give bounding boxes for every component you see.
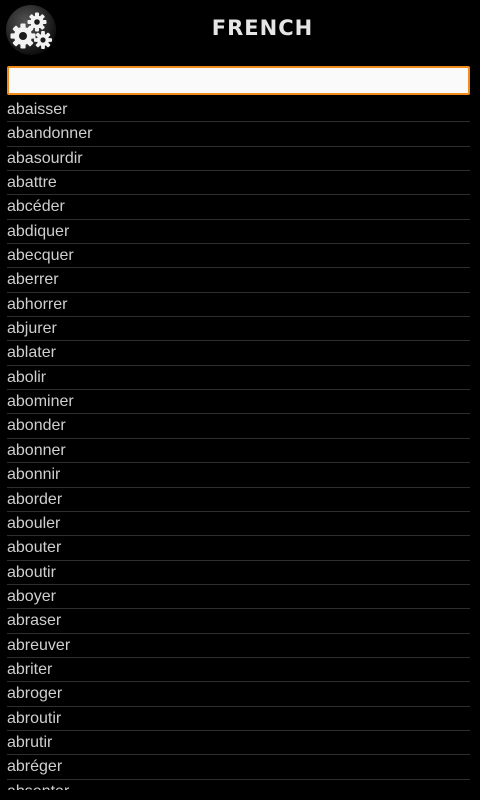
word-list-item[interactable]: abaisser (7, 98, 470, 123)
word-list-item[interactable]: abecquer (7, 244, 470, 269)
word-list-item[interactable]: aborder (7, 488, 470, 512)
word-list-item[interactable]: abréger (7, 755, 470, 780)
word-list-item[interactable]: abonder (7, 414, 470, 439)
word-list-item[interactable]: abominer (7, 390, 470, 415)
word-list-item[interactable]: abouter (7, 536, 470, 561)
word-list-item[interactable]: aboutir (7, 561, 470, 585)
word-list-item[interactable]: abrutir (7, 731, 470, 756)
word-list-item[interactable]: aberrer (7, 268, 470, 293)
word-list-item[interactable]: abroutir (7, 707, 470, 731)
word-list-item[interactable]: abouler (7, 512, 470, 537)
app-header: FRENCH (0, 0, 480, 60)
word-list-item[interactable]: aboyer (7, 585, 470, 610)
word-list-item[interactable]: abdiquer (7, 220, 470, 245)
word-list-item[interactable]: abandonner (7, 122, 470, 147)
word-list-item[interactable]: abcéder (7, 195, 470, 220)
word-list-item[interactable]: ablater (7, 341, 470, 366)
search-input[interactable] (7, 66, 470, 95)
word-list-item[interactable]: absenter (7, 780, 470, 790)
word-list-item[interactable]: abreuver (7, 634, 470, 658)
word-list-item[interactable]: abjurer (7, 317, 470, 342)
word-list-item[interactable]: abroger (7, 682, 470, 707)
word-list-item[interactable]: abriter (7, 658, 470, 683)
word-list-item[interactable]: abonner (7, 439, 470, 464)
page-title: FRENCH (211, 16, 314, 40)
word-list-item[interactable]: abattre (7, 171, 470, 196)
word-list-item[interactable]: abasourdir (7, 147, 470, 172)
word-list[interactable]: abaisser abandonner abasourdir abattre abcéd… (0, 98, 480, 790)
word-list-item[interactable]: abhorrer (7, 293, 470, 318)
search-bar (7, 66, 470, 95)
word-list-item[interactable]: abraser (7, 609, 470, 634)
word-list-item[interactable]: abonnir (7, 463, 470, 488)
word-list-item[interactable]: abolir (7, 366, 470, 391)
